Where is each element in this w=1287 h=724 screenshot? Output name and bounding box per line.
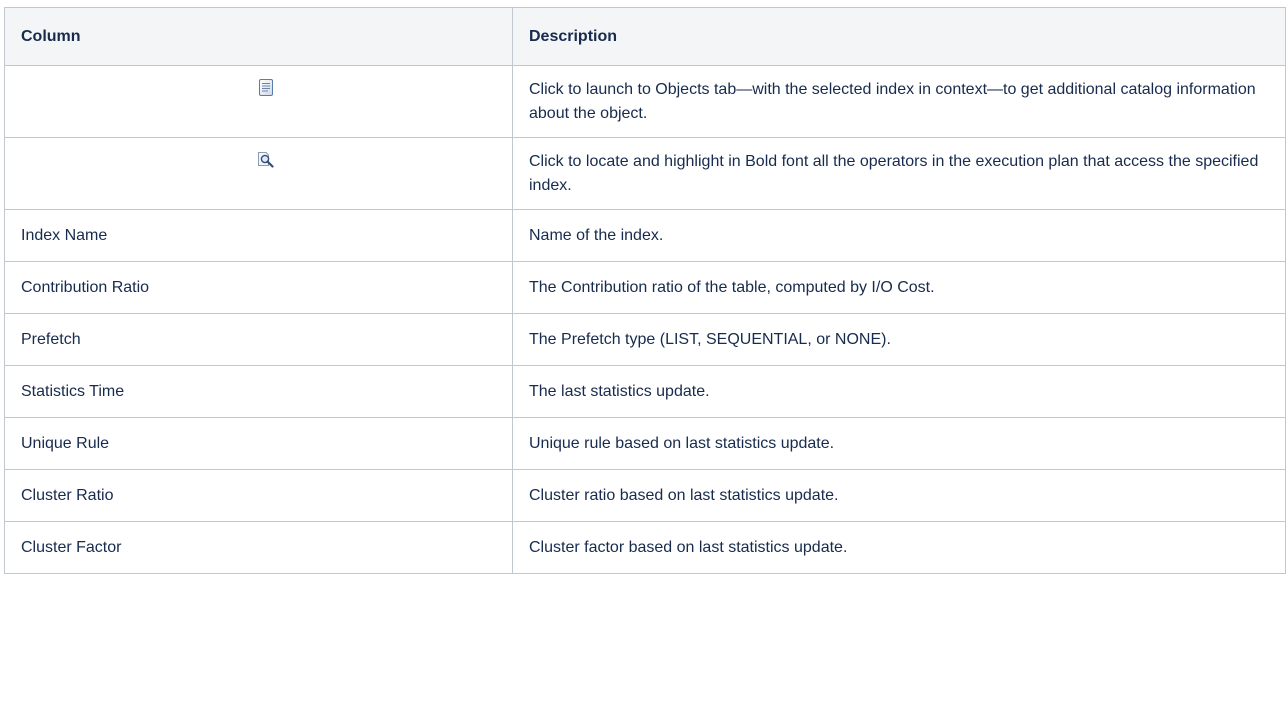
column-cell: Unique Rule bbox=[4, 417, 513, 470]
column-description-table: Column Description Click to launch to Ob… bbox=[4, 7, 1286, 574]
table-row: Click to locate and highlight in Bold fo… bbox=[4, 137, 1286, 210]
header-column: Column bbox=[4, 7, 513, 66]
description-cell: The last statistics update. bbox=[512, 365, 1286, 418]
table-row: Cluster Factor Cluster factor based on l… bbox=[4, 521, 1286, 574]
table-row: Click to launch to Objects tab—with the … bbox=[4, 65, 1286, 138]
description-cell: The Prefetch type (LIST, SEQUENTIAL, or … bbox=[512, 313, 1286, 366]
column-cell: Contribution Ratio bbox=[4, 261, 513, 314]
table-row: Index Name Name of the index. bbox=[4, 209, 1286, 262]
table-row: Unique Rule Unique rule based on last st… bbox=[4, 417, 1286, 470]
description-cell: Cluster ratio based on last statistics u… bbox=[512, 469, 1286, 522]
document-icon[interactable] bbox=[258, 79, 273, 96]
description-cell: The Contribution ratio of the table, com… bbox=[512, 261, 1286, 314]
column-cell: Cluster Ratio bbox=[4, 469, 513, 522]
description-cell: Cluster factor based on last statistics … bbox=[512, 521, 1286, 574]
column-cell: Cluster Factor bbox=[4, 521, 513, 574]
column-cell: Index Name bbox=[4, 209, 513, 262]
description-cell: Name of the index. bbox=[512, 209, 1286, 262]
description-cell: Click to launch to Objects tab—with the … bbox=[512, 65, 1286, 138]
description-cell: Click to locate and highlight in Bold fo… bbox=[512, 137, 1286, 210]
table-row: Cluster Ratio Cluster ratio based on las… bbox=[4, 469, 1286, 522]
column-cell bbox=[4, 65, 513, 138]
header-description: Description bbox=[512, 7, 1286, 66]
table-header-row: Column Description bbox=[4, 7, 1286, 66]
column-cell bbox=[4, 137, 513, 210]
locate-magnifier-icon[interactable] bbox=[257, 151, 275, 168]
column-cell: Prefetch bbox=[4, 313, 513, 366]
column-cell: Statistics Time bbox=[4, 365, 513, 418]
table-row: Prefetch The Prefetch type (LIST, SEQUEN… bbox=[4, 313, 1286, 366]
table-row: Contribution Ratio The Contribution rati… bbox=[4, 261, 1286, 314]
table-row: Statistics Time The last statistics upda… bbox=[4, 365, 1286, 418]
description-cell: Unique rule based on last statistics upd… bbox=[512, 417, 1286, 470]
